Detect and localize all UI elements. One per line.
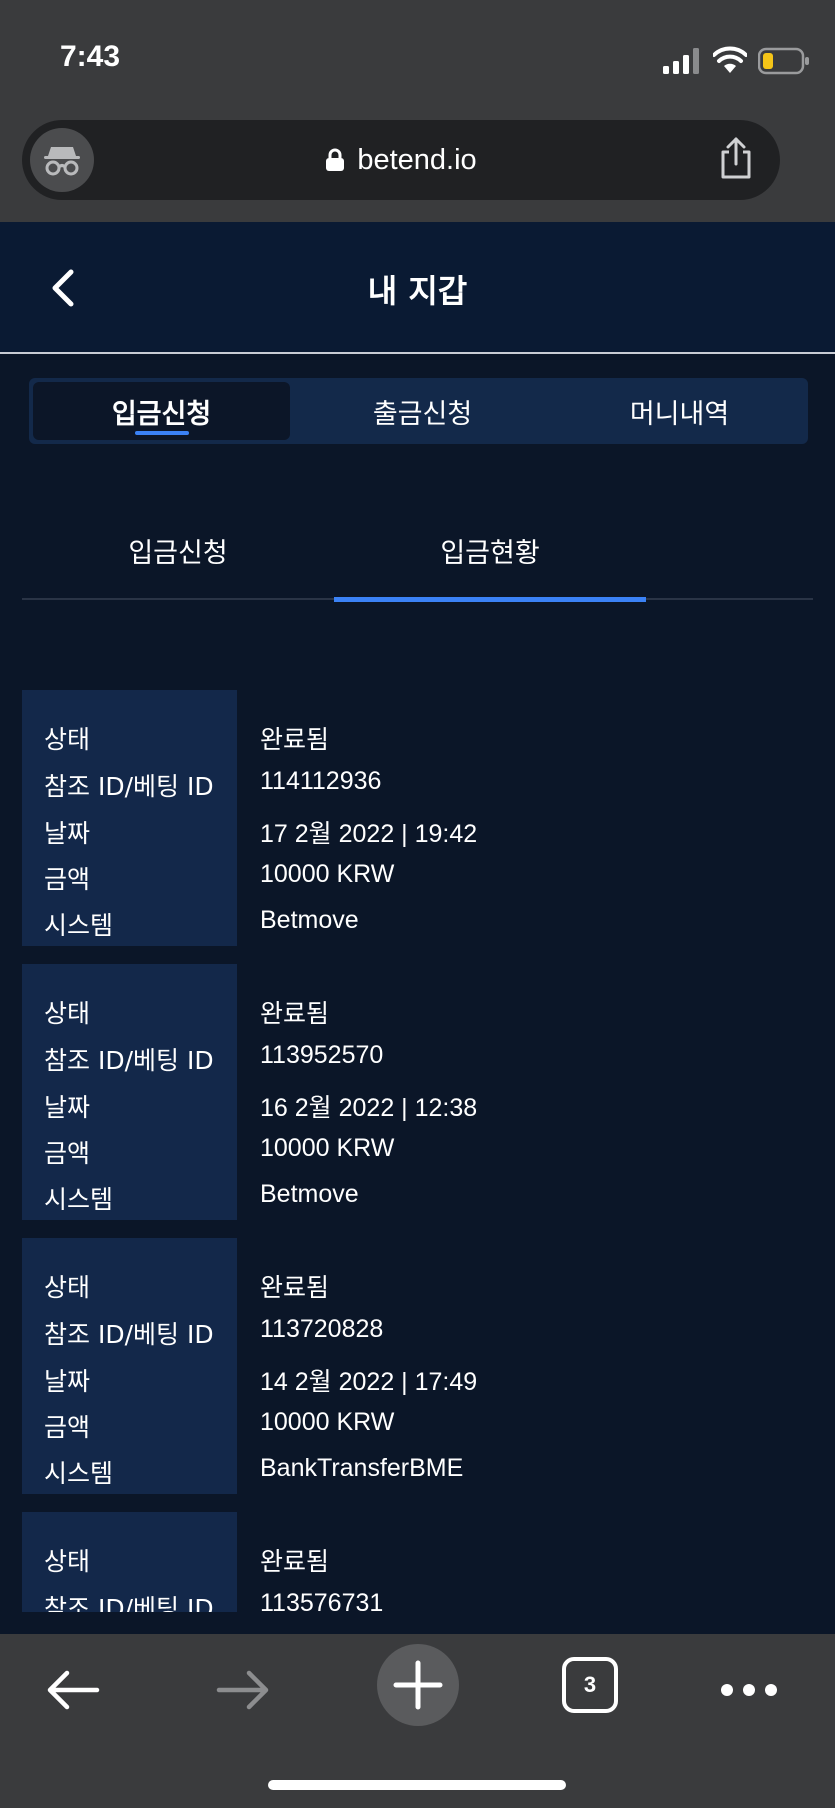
date-value: 17 2월 2022 | 19:42 [260, 820, 478, 848]
url-bar[interactable]: betend.io [22, 120, 780, 200]
status-value: 완료됨 [260, 1000, 330, 1028]
status-label: 상태 [44, 725, 91, 754]
date-label: 날짜 [44, 1093, 91, 1122]
tab-label: 입금신청 [111, 398, 212, 430]
date-value: 16 2월 2022 | 12:38 [260, 1094, 478, 1122]
system-label: 시스템 [44, 911, 114, 940]
deposit-record: 상태 참조 ID/베팅 ID 날짜 금액 시스템 완료됨 113952570 1… [22, 964, 813, 1220]
system-label: 시스템 [44, 1459, 114, 1488]
app-header: 내 지갑 [0, 222, 835, 354]
back-arrow-icon [47, 1670, 100, 1710]
sub-tabs: 입금신청 입금현황 [22, 500, 813, 602]
ref-id-label: 참조 ID/베팅 ID [44, 772, 214, 801]
deposit-record: 상태 참조 ID/베팅 ID 날짜 금액 시스템 완료됨 114112936 1… [22, 690, 813, 946]
tab-count: 3 [583, 1672, 597, 1697]
status-time: 7:43 [60, 40, 121, 73]
browser-top-bar: 7:43 betend.io [0, 0, 835, 222]
url-text[interactable]: betend.io [357, 144, 476, 177]
amount-value: 10000 KRW [260, 1134, 395, 1162]
system-value: BankTransferBME [260, 1454, 464, 1482]
ref-id-value: 114112936 [260, 767, 382, 795]
amount-value: 10000 KRW [260, 1408, 395, 1436]
ref-id-value: 113720828 [260, 1315, 384, 1343]
deposit-record: 상태 참조 ID/베팅 ID 완료됨 113576731 [22, 1512, 813, 1612]
battery-icon [758, 47, 809, 75]
amount-value: 10000 KRW [260, 860, 395, 888]
page-title: 내 지갑 [367, 272, 468, 310]
deposit-record: 상태 참조 ID/베팅 ID 날짜 금액 시스템 완료됨 113720828 1… [22, 1238, 813, 1494]
active-subtab-indicator [334, 597, 646, 602]
status-label: 상태 [44, 999, 91, 1028]
date-value: 14 2월 2022 | 17:49 [260, 1368, 478, 1396]
system-value: Betmove [260, 1180, 359, 1208]
cellular-signal-icon [663, 48, 699, 74]
subtab-label: 입금신청 [128, 537, 228, 569]
browser-back-button[interactable] [38, 1660, 108, 1720]
tab-label: 머니내역 [629, 398, 730, 430]
tabs-icon[interactable]: 3 [562, 1657, 618, 1713]
status-value: 완료됨 [260, 1274, 330, 1302]
subtab-deposit-status[interactable]: 입금현황 [334, 500, 646, 602]
system-value: Betmove [260, 906, 359, 934]
amount-label: 금액 [44, 865, 91, 894]
active-tab-indicator [134, 431, 189, 435]
plus-icon [393, 1660, 443, 1710]
ref-id-value: 113952570 [260, 1041, 384, 1069]
ref-id-label: 참조 ID/베팅 ID [44, 1594, 214, 1612]
deposit-records-list[interactable]: 상태 참조 ID/베팅 ID 날짜 금액 시스템 완료됨 114112936 1… [22, 690, 813, 1612]
main-tabs: 입금신청 출금신청 머니내역 [29, 378, 808, 444]
new-tab-button[interactable] [377, 1644, 459, 1726]
wifi-icon [713, 46, 747, 73]
home-indicator [268, 1780, 566, 1790]
subtab-deposit-request[interactable]: 입금신청 [22, 500, 334, 600]
ref-id-label: 참조 ID/베팅 ID [44, 1320, 214, 1349]
tab-deposit-request[interactable]: 입금신청 [33, 382, 290, 440]
date-label: 날짜 [44, 819, 91, 848]
forward-arrow-icon [216, 1670, 269, 1710]
status-label: 상태 [44, 1547, 91, 1576]
date-label: 날짜 [44, 1367, 91, 1396]
tab-withdraw-request[interactable]: 출금신청 [294, 378, 551, 444]
status-label: 상태 [44, 1273, 91, 1302]
status-value: 완료됨 [260, 726, 330, 754]
status-value: 완료됨 [260, 1548, 330, 1576]
more-icon[interactable] [714, 1660, 784, 1720]
subtab-label: 입금현황 [440, 537, 540, 569]
amount-label: 금액 [44, 1139, 91, 1168]
system-label: 시스템 [44, 1185, 114, 1214]
lock-icon [326, 148, 345, 171]
tab-money-history[interactable]: 머니내역 [551, 378, 808, 444]
browser-bottom-toolbar: 3 [0, 1634, 835, 1808]
ref-id-label: 참조 ID/베팅 ID [44, 1046, 214, 1075]
tab-label: 출금신청 [372, 398, 473, 430]
share-icon[interactable] [718, 136, 754, 180]
amount-label: 금액 [44, 1413, 91, 1442]
browser-forward-button[interactable] [208, 1660, 278, 1720]
ref-id-value: 113576731 [260, 1589, 384, 1612]
